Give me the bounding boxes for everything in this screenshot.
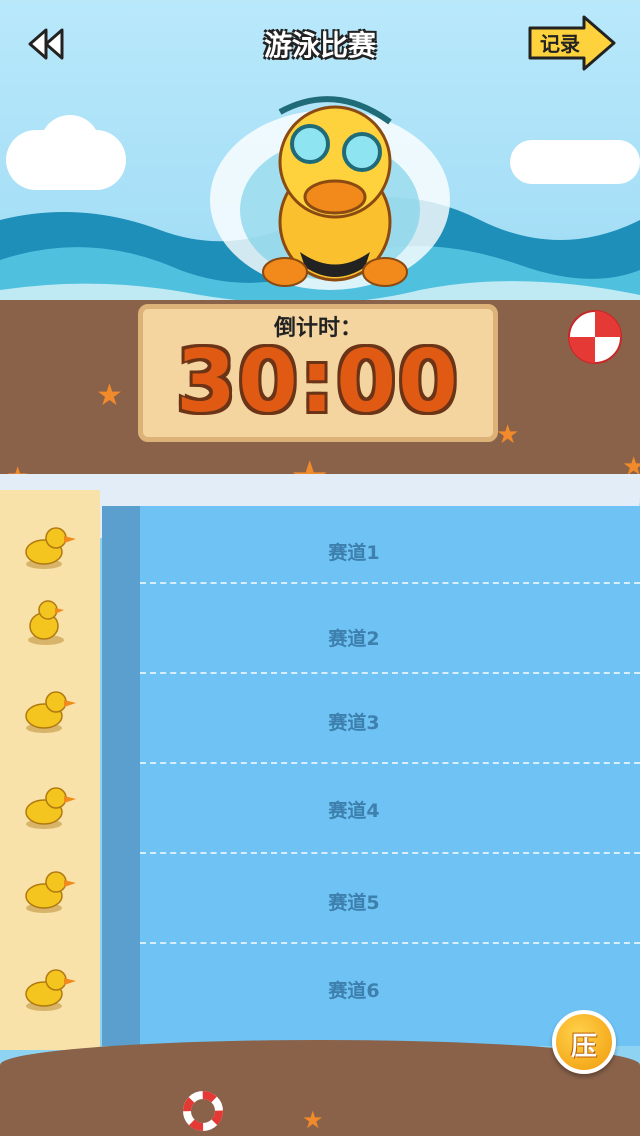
duck-icon[interactable] xyxy=(22,866,78,916)
lane-label: 赛道6 xyxy=(328,980,380,1002)
life-ring-icon xyxy=(183,1091,223,1131)
record-button-label: 记录 xyxy=(540,32,580,56)
lane-label: 赛道2 xyxy=(328,628,380,650)
duck-mascot-icon xyxy=(262,96,408,287)
lane-divider xyxy=(140,942,640,944)
pool-start-wall xyxy=(102,506,140,1046)
lane-divider xyxy=(140,762,640,764)
lane-divider xyxy=(140,672,640,674)
lane-label: 赛道3 xyxy=(328,712,380,734)
lane-label: 赛道5 xyxy=(328,892,380,914)
lane-label: 赛道4 xyxy=(328,800,380,822)
lane-2[interactable]: 赛道2 xyxy=(140,596,640,686)
press-bet-button[interactable]: 压 xyxy=(552,1010,616,1074)
starfish-icon: ★ xyxy=(96,378,123,413)
starfish-icon: ★ xyxy=(496,420,520,450)
starfish-icon: ★ xyxy=(302,1106,324,1134)
duck-icon[interactable] xyxy=(22,598,78,648)
countdown-value: 30:00 xyxy=(176,332,460,432)
record-button[interactable]: 记录 xyxy=(526,14,618,72)
lane-3[interactable]: 赛道3 xyxy=(140,686,640,776)
press-bet-label: 压 xyxy=(570,1032,597,1062)
beach-ball-icon xyxy=(568,310,622,364)
cloud-left-puff xyxy=(40,115,100,175)
lane-4[interactable]: 赛道4 xyxy=(140,776,640,866)
duck-icon[interactable] xyxy=(22,964,78,1014)
lane-label: 赛道1 xyxy=(328,542,380,564)
lane-divider xyxy=(140,852,640,854)
duck-icon[interactable] xyxy=(22,522,78,572)
lane-5[interactable]: 赛道5 xyxy=(140,866,640,956)
duck-icon[interactable] xyxy=(22,782,78,832)
lane-divider xyxy=(140,582,640,584)
duck-icon[interactable] xyxy=(22,686,78,736)
lane-1[interactable]: 赛道1 xyxy=(140,506,640,596)
